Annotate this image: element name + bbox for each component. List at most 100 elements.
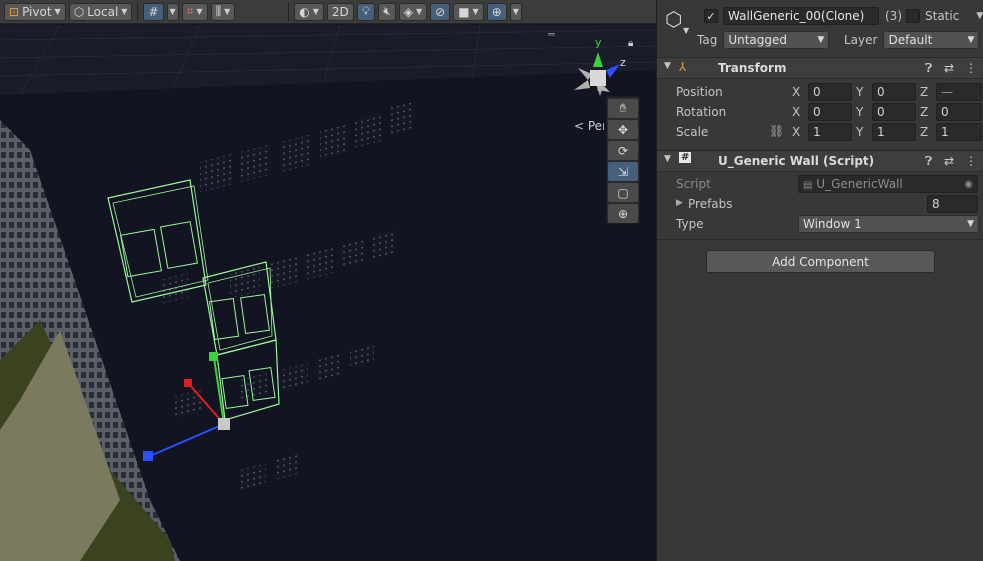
layer-value: Default xyxy=(888,33,933,47)
position-label: Position xyxy=(676,85,723,99)
perspective-label: Persp xyxy=(587,119,604,133)
gizmos-dropdown[interactable]: ▼ xyxy=(509,2,522,21)
scale-y-axis-label[interactable]: Y xyxy=(856,125,872,139)
kebab-menu-icon[interactable]: ⋮ xyxy=(965,154,977,168)
gizmo-x-handle[interactable] xyxy=(184,379,192,387)
script-value: U_GenericWall xyxy=(816,177,903,191)
tag-value: Untagged xyxy=(728,33,788,47)
static-checkbox[interactable] xyxy=(906,9,920,23)
transform-title: Transform xyxy=(718,61,787,75)
chevron-down-icon[interactable]: ▼ xyxy=(664,154,671,164)
mode-2d-label: 2D xyxy=(331,4,349,19)
scale-z-axis-label[interactable]: Z xyxy=(920,125,936,139)
chevron-down-icon[interactable]: ▼ xyxy=(664,61,671,71)
scale-x-axis-label[interactable]: X xyxy=(792,125,808,139)
transform-icon: ⅄ xyxy=(679,60,687,74)
mode-2d-toggle[interactable]: 2D xyxy=(326,2,354,21)
rotation-y-field[interactable]: 0 xyxy=(872,103,916,121)
transform-header[interactable]: ▼ ⅄ Transform ❓︎ ⇄ ⋮ xyxy=(657,57,983,79)
position-x-axis-label[interactable]: X xyxy=(792,85,808,99)
position-y-axis-label[interactable]: Y xyxy=(856,85,872,99)
type-dropdown[interactable]: Window 1 ▼ xyxy=(798,215,979,233)
gizmos-toggle[interactable]: ⊕ xyxy=(486,2,507,21)
visibility-toggle[interactable]: ⊘ xyxy=(430,2,451,21)
gizmo-z-handle[interactable] xyxy=(143,451,153,461)
overlay-menu-icon[interactable]: ═ xyxy=(548,28,555,41)
position-z-field[interactable]: — xyxy=(936,83,982,101)
camera-icon: ■ xyxy=(458,4,470,19)
position-y-field[interactable]: 0 xyxy=(872,83,916,101)
gizmo-center-handle[interactable] xyxy=(218,418,230,430)
position-z-axis-label[interactable]: Z xyxy=(920,85,936,99)
increment-snap-toggle[interactable]: ⌗ ▼ xyxy=(181,2,208,21)
kebab-menu-icon[interactable]: ⋮ xyxy=(965,61,977,75)
ruler-toggle[interactable]: ⫼ ▼ xyxy=(210,2,236,21)
effects-dropdown[interactable]: ◈ ▼ xyxy=(398,2,428,21)
active-checkbox[interactable]: ✓ xyxy=(704,9,718,23)
move-tool-button[interactable]: ✥ xyxy=(608,120,638,139)
object-name-field[interactable]: WallGeneric_00(Clone) xyxy=(723,7,879,25)
tools-overlay: ✋︎ ✥ ⟳ ⇲ ▢ ⊕ xyxy=(606,96,640,224)
rotation-z-axis-label[interactable]: Z xyxy=(920,105,936,119)
chevron-down-icon: ▼ xyxy=(472,7,479,16)
position-x-field[interactable]: 0 xyxy=(808,83,852,101)
help-icon[interactable]: ❓︎ xyxy=(925,61,932,76)
constrain-proportions-icon[interactable]: ⛓︎ xyxy=(769,124,784,138)
lightbulb-icon: 💡︎ xyxy=(361,4,371,18)
chevron-down-icon: ▼ xyxy=(415,7,423,16)
tag-label: Tag xyxy=(697,33,718,47)
cube-icon: ⬡ xyxy=(665,7,683,31)
rect-tool-button[interactable]: ▢ xyxy=(608,183,638,202)
scale-z-field[interactable]: 1 xyxy=(936,123,982,141)
script-component-header[interactable]: ▼ # U_Generic Wall (Script) ❓︎ ⇄ ⋮ xyxy=(657,150,983,172)
scale-x-field[interactable]: 1 xyxy=(808,123,852,141)
camera-dropdown[interactable]: ■ ▼ xyxy=(453,2,484,21)
tag-dropdown[interactable]: Untagged ▼ xyxy=(723,31,830,49)
grid-snap-toggle[interactable]: # xyxy=(143,2,164,21)
scale-label: Scale xyxy=(676,125,709,139)
audio-toggle[interactable]: 🔇︎ xyxy=(378,2,396,21)
gizmo-y-handle[interactable] xyxy=(209,352,218,361)
lighting-toggle[interactable]: 💡︎ xyxy=(356,2,376,21)
add-component-button[interactable]: Add Component xyxy=(706,250,935,273)
scene-view[interactable]: ⊡ Pivot ▼ ⬡ Local ▼ # ▼ ⌗ ▼ ⫼ ▼ ◐ ▼ 2D 💡︎ 🔇… xyxy=(0,0,656,561)
grid-snap-icon: # xyxy=(148,4,159,19)
pivot-dropdown[interactable]: ⊡ Pivot ▼ xyxy=(4,2,66,21)
preset-icon[interactable]: ⇄ xyxy=(944,154,954,168)
chevron-down-icon: ▼ xyxy=(967,35,975,45)
transform-tool-button[interactable]: ⊕ xyxy=(608,204,638,223)
script-label: Script xyxy=(676,177,711,191)
space-dropdown[interactable]: ⬡ Local ▼ xyxy=(68,2,133,21)
chevron-right-icon[interactable]: ▶ xyxy=(676,198,683,208)
rotation-z-field[interactable]: 0 xyxy=(936,103,982,121)
prefabs-label[interactable]: Prefabs xyxy=(688,197,733,211)
selection-count: (3) xyxy=(885,9,902,23)
chevron-down-icon[interactable]: ▼ xyxy=(976,11,983,21)
perspective-toggle[interactable]: < Persp xyxy=(574,119,604,133)
chevron-down-icon: ▼ xyxy=(196,7,203,16)
rotate-tool-button[interactable]: ⟳ xyxy=(608,141,638,160)
scene-viewport[interactable]: y z xyxy=(0,25,656,561)
grid-snap-dropdown[interactable]: ▼ xyxy=(166,2,179,21)
snap-icon: ⌗ xyxy=(186,4,194,18)
rotation-y-axis-label[interactable]: Y xyxy=(856,105,872,119)
chevron-down-icon[interactable]: ▼ xyxy=(683,26,689,35)
script-component-title: U_Generic Wall (Script) xyxy=(718,154,875,168)
rotation-label: Rotation xyxy=(676,105,727,119)
scale-y-field[interactable]: 1 xyxy=(872,123,916,141)
gizmo-y-label: y xyxy=(595,36,602,49)
lock-icon[interactable]: 🔒︎ xyxy=(628,38,633,49)
rotation-x-field[interactable]: 0 xyxy=(808,103,852,121)
prefabs-count-field[interactable]: 8 xyxy=(927,195,978,213)
chevron-down-icon: ▼ xyxy=(224,7,231,16)
preset-icon[interactable]: ⇄ xyxy=(944,61,954,75)
draw-mode-dropdown[interactable]: ◐ ▼ xyxy=(294,2,324,21)
help-icon[interactable]: ❓︎ xyxy=(925,154,932,169)
chevron-down-icon: ▼ xyxy=(967,219,974,229)
scale-tool-button[interactable]: ⇲ xyxy=(608,162,638,181)
cube-icon: ⬡ xyxy=(73,4,85,19)
rotation-x-axis-label[interactable]: X xyxy=(792,105,808,119)
hand-tool-button[interactable]: ✋︎ xyxy=(608,99,638,118)
object-picker-icon[interactable]: ◉ xyxy=(964,179,973,190)
layer-dropdown[interactable]: Default ▼ xyxy=(883,31,980,49)
